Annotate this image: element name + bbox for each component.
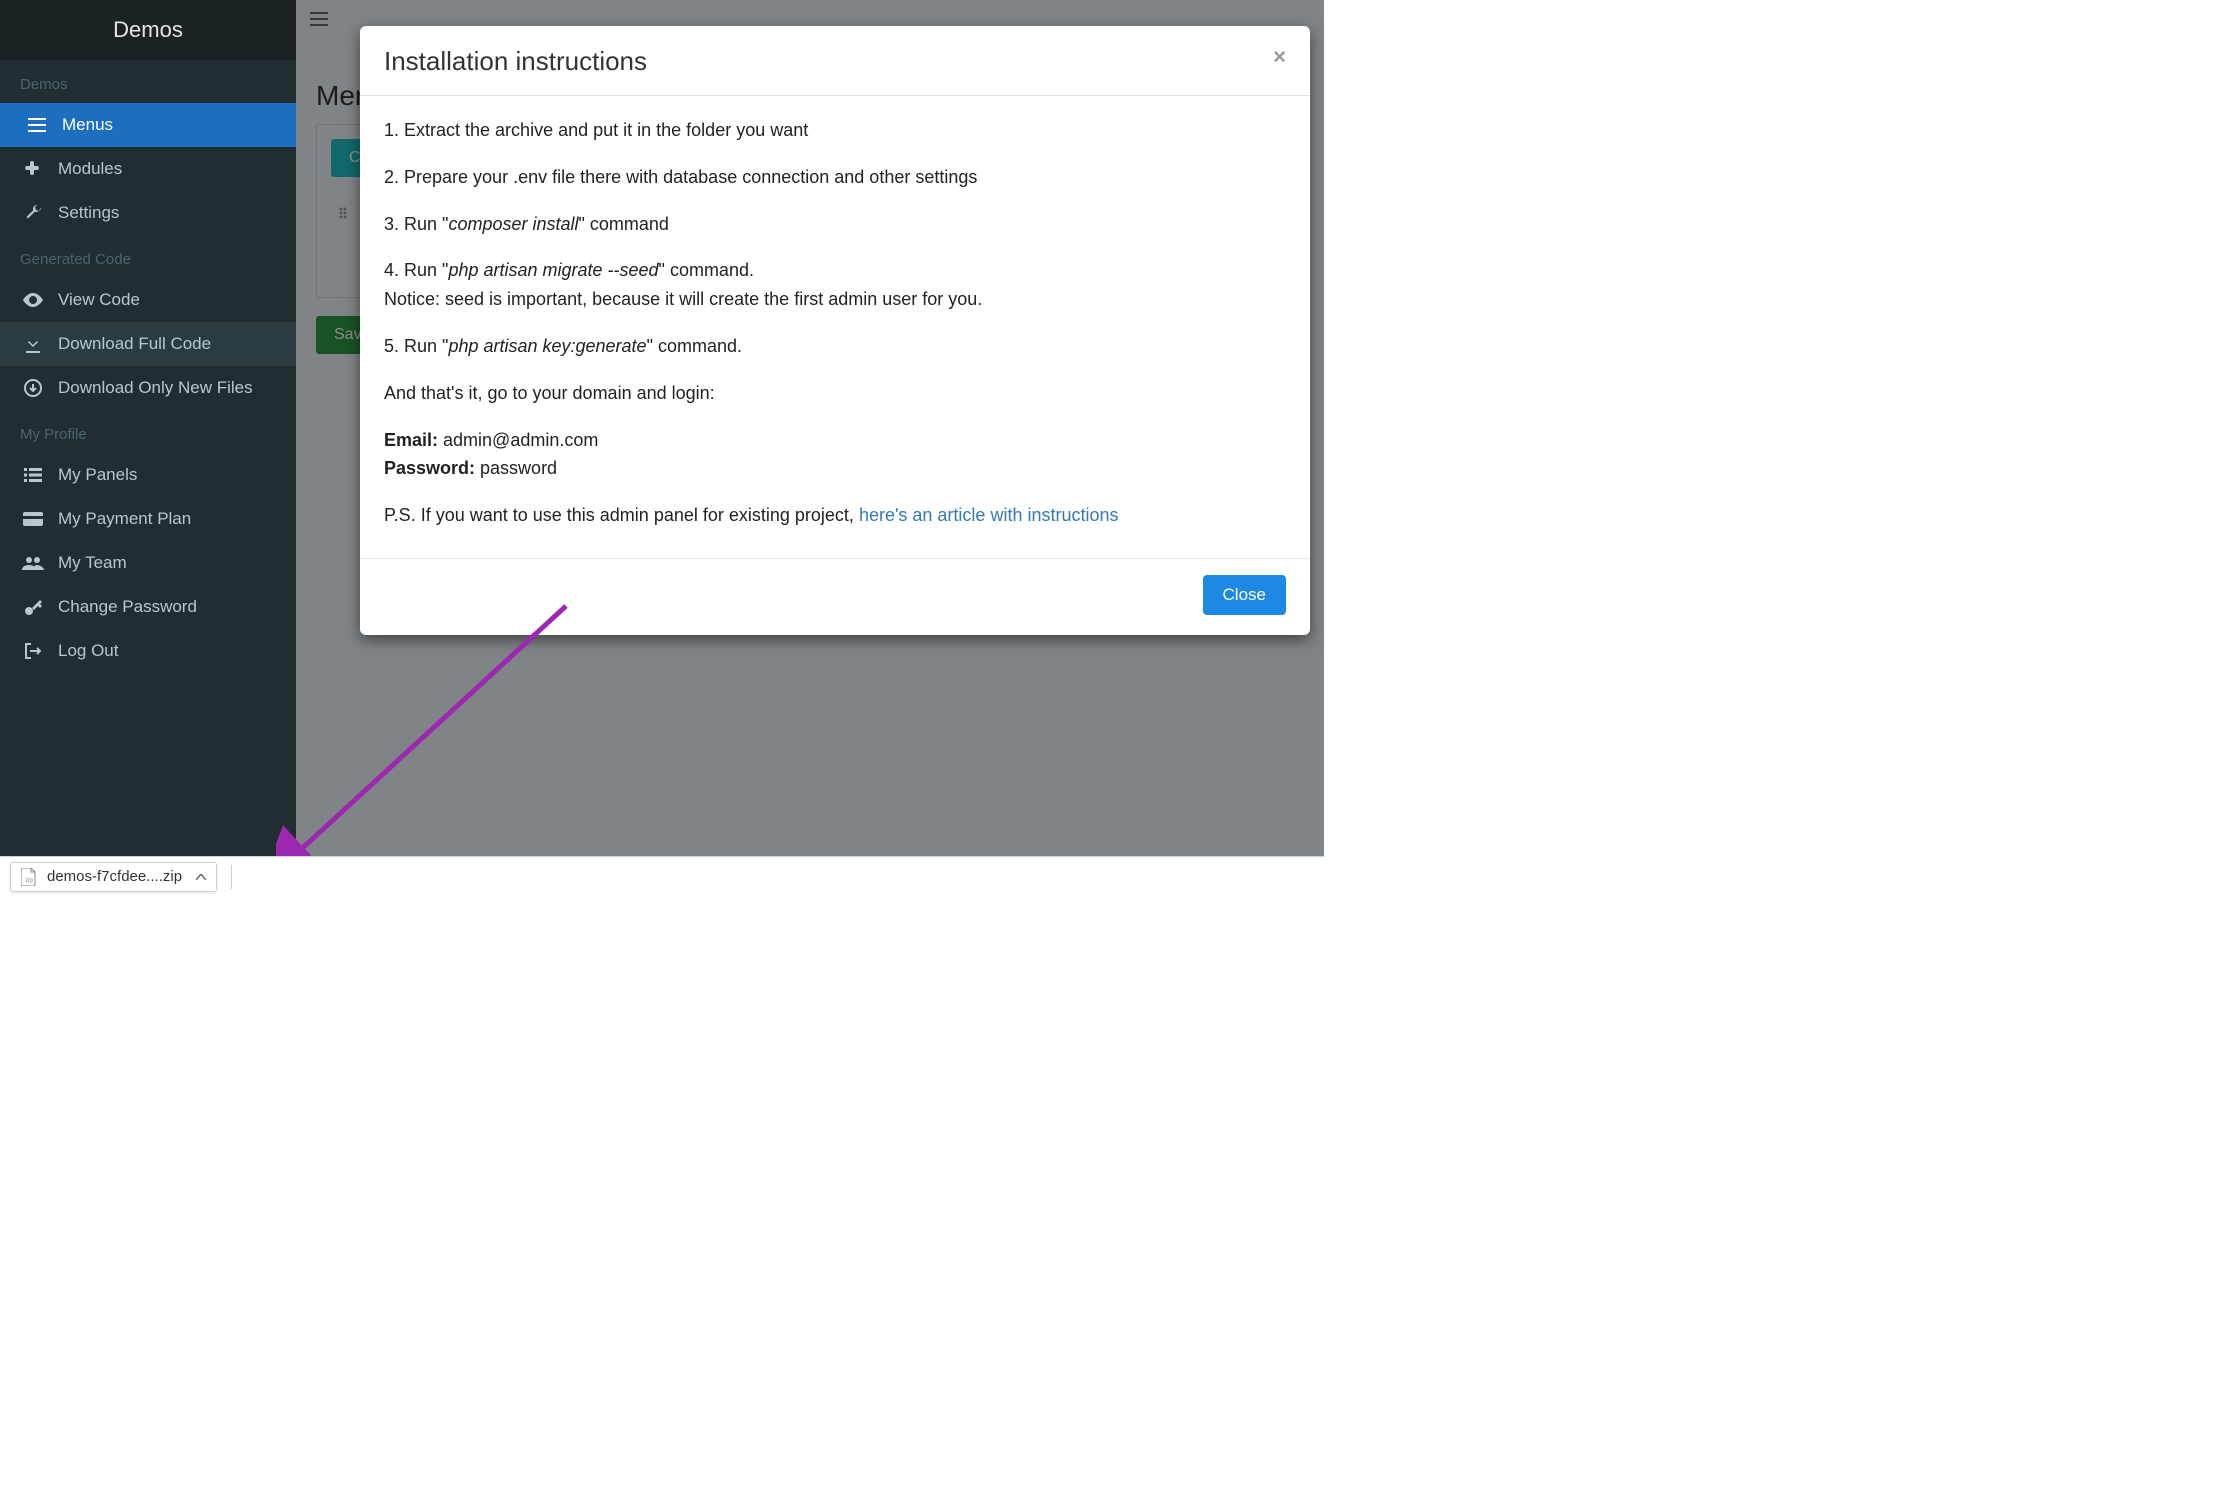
download-circle-icon (20, 379, 46, 397)
file-icon: zip (21, 868, 37, 886)
modal-body: 1. Extract the archive and put it in the… (360, 96, 1310, 558)
section-profile: My Profile (0, 410, 296, 453)
section-demos: Demos (0, 60, 296, 103)
modal-header: Installation instructions × (360, 26, 1310, 96)
sidebar-item-label: My Payment Plan (58, 509, 191, 529)
sidebar-header: Demos (0, 0, 296, 60)
password-label: Password: (384, 458, 475, 478)
sidebar-item-logout[interactable]: Log Out (0, 629, 296, 673)
sidebar-item-label: My Team (58, 553, 127, 573)
installation-modal: Installation instructions × 1. Extract t… (360, 26, 1310, 635)
sidebar-item-modules[interactable]: Modules (0, 147, 296, 191)
modal-title: Installation instructions (384, 46, 647, 77)
divider (231, 865, 232, 889)
instructions-link[interactable]: here's an article with instructions (859, 505, 1119, 525)
sidebar-item-settings[interactable]: Settings (0, 191, 296, 235)
close-icon[interactable]: × (1273, 46, 1286, 68)
list-icon (20, 468, 46, 482)
email-label: Email: (384, 430, 438, 450)
wrench-icon (20, 204, 46, 222)
section-generated: Generated Code (0, 235, 296, 278)
sidebar-item-label: View Code (58, 290, 140, 310)
step-4: 4. Run "php artisan migrate --seed" comm… (384, 256, 1286, 285)
sidebar-item-view-code[interactable]: View Code (0, 278, 296, 322)
puzzle-icon (20, 160, 46, 178)
svg-text:zip: zip (25, 878, 33, 884)
password-value: password (475, 458, 557, 478)
sidebar-item-label: Modules (58, 159, 122, 179)
sidebar-item-label: Menus (62, 115, 113, 135)
sidebar-item-label: Change Password (58, 597, 197, 617)
key-icon (20, 598, 46, 616)
sidebar-item-label: Log Out (58, 641, 119, 661)
step-4-notice: Notice: seed is important, because it wi… (384, 285, 1286, 314)
email-value: admin@admin.com (438, 430, 598, 450)
sidebar-item-menus[interactable]: Menus (0, 103, 296, 147)
sidebar-item-label: My Panels (58, 465, 137, 485)
modal-footer: Close (360, 558, 1310, 635)
step-3: 3. Run "composer install" command (384, 210, 1286, 239)
logout-icon (20, 643, 46, 659)
download-filename: demos-f7cfdee....zip (47, 868, 182, 885)
step-2: 2. Prepare your .env file there with dat… (384, 163, 1286, 192)
sidebar-item-panels[interactable]: My Panels (0, 453, 296, 497)
sidebar: Demos Demos Menus Modules Settings Gener… (0, 0, 296, 856)
sidebar-item-label: Settings (58, 203, 119, 223)
eye-icon (20, 293, 46, 307)
menu-icon (24, 118, 50, 132)
app-root: Demos Demos Menus Modules Settings Gener… (0, 0, 1324, 856)
close-button[interactable]: Close (1203, 575, 1286, 615)
chevron-up-icon[interactable] (196, 874, 206, 880)
ps: P.S. If you want to use this admin panel… (384, 501, 1286, 530)
sidebar-item-download-new[interactable]: Download Only New Files (0, 366, 296, 410)
sidebar-item-password[interactable]: Change Password (0, 585, 296, 629)
sidebar-item-team[interactable]: My Team (0, 541, 296, 585)
sidebar-item-label: Download Full Code (58, 334, 211, 354)
sidebar-item-download-full[interactable]: Download Full Code (0, 322, 296, 366)
step-5: 5. Run "php artisan key:generate" comman… (384, 332, 1286, 361)
sidebar-item-label: Download Only New Files (58, 378, 253, 398)
credentials: Email: admin@admin.com Password: passwor… (384, 426, 1286, 484)
download-chip[interactable]: zip demos-f7cfdee....zip (10, 862, 217, 892)
download-icon (20, 335, 46, 353)
step-1: 1. Extract the archive and put it in the… (384, 116, 1286, 145)
outro: And that's it, go to your domain and log… (384, 379, 1286, 408)
sidebar-item-payment[interactable]: My Payment Plan (0, 497, 296, 541)
users-icon (20, 556, 46, 570)
download-bar: zip demos-f7cfdee....zip (0, 856, 1324, 896)
card-icon (20, 512, 46, 526)
